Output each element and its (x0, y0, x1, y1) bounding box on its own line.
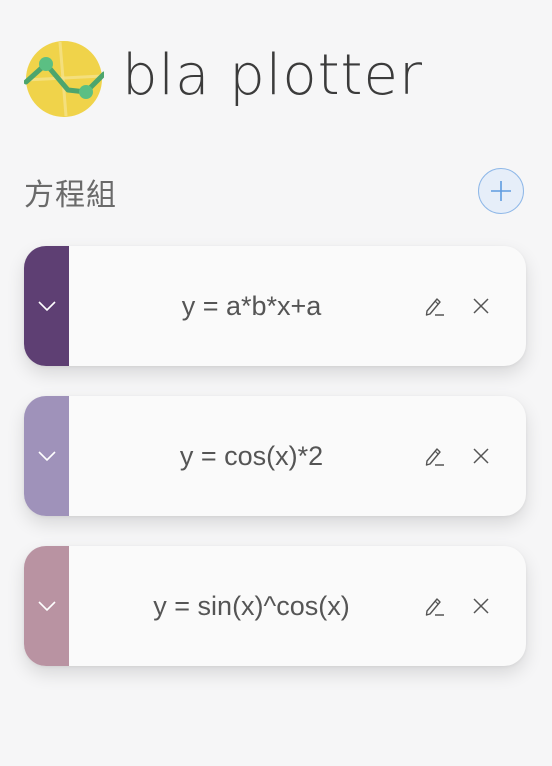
add-equation-button[interactable] (478, 168, 524, 214)
app-header: bla plotter (24, 40, 423, 118)
equation-expand-toggle[interactable] (24, 246, 69, 366)
edit-equation-button[interactable] (422, 443, 448, 469)
equation-expand-toggle[interactable] (24, 396, 69, 516)
close-icon (473, 298, 489, 314)
chevron-down-icon (37, 451, 56, 462)
chevron-down-icon (37, 301, 56, 312)
chevron-down-icon (37, 601, 56, 612)
pencil-icon (425, 598, 444, 616)
equation-card: y = cos(x)*2 (24, 396, 526, 516)
edit-equation-button[interactable] (422, 593, 448, 619)
app-title: bla plotter (122, 43, 423, 108)
equation-expression[interactable]: y = a*b*x+a (69, 246, 418, 366)
plotter-logo (24, 41, 104, 117)
pencil-icon (425, 448, 444, 466)
equation-card: y = sin(x)^cos(x) (24, 546, 526, 666)
pencil-icon (425, 298, 444, 316)
remove-equation-button[interactable] (468, 443, 494, 469)
close-icon (473, 598, 489, 614)
equation-card: y = a*b*x+a (24, 246, 526, 366)
equations-section-title: 方程組 (24, 178, 117, 213)
equation-expand-toggle[interactable] (24, 546, 69, 666)
remove-equation-button[interactable] (468, 593, 494, 619)
equation-expression[interactable]: y = sin(x)^cos(x) (69, 546, 418, 666)
close-icon (473, 448, 489, 464)
plus-icon (491, 181, 511, 201)
edit-equation-button[interactable] (422, 293, 448, 319)
equation-expression[interactable]: y = cos(x)*2 (69, 396, 418, 516)
remove-equation-button[interactable] (468, 293, 494, 319)
